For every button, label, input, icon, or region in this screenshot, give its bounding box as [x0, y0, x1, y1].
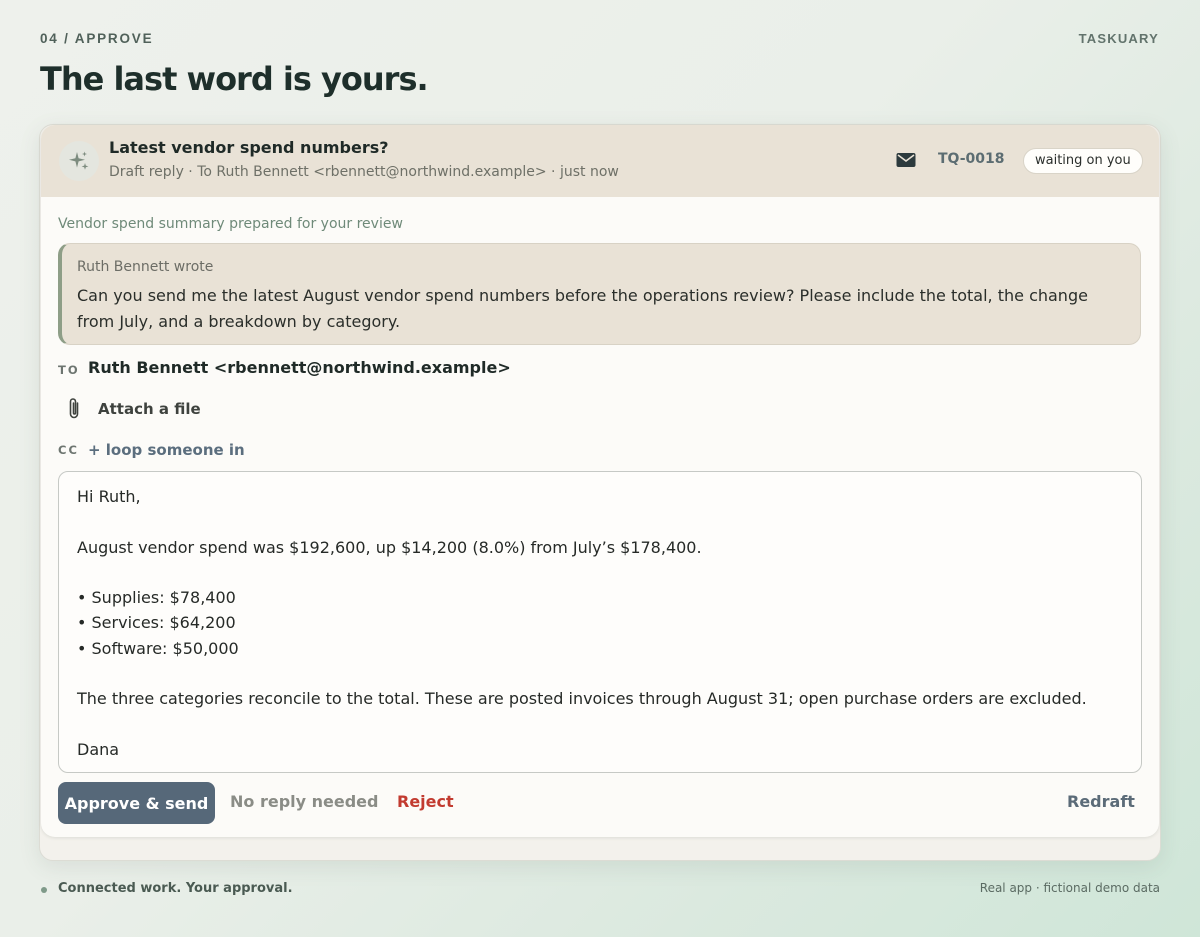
- to-recipient: Ruth Bennett <rbennett@northwind.example…: [88, 358, 511, 377]
- reject-button[interactable]: Reject: [397, 792, 454, 811]
- paperclip-icon[interactable]: [65, 396, 83, 426]
- sparkles-icon: [59, 141, 99, 181]
- quote-author: Ruth Bennett wrote: [77, 259, 214, 275]
- draft-line: [77, 560, 1123, 585]
- card-header: Latest vendor spend numbers? Draft reply…: [41, 125, 1159, 197]
- step-eyebrow: 04 / APPROVE: [40, 31, 154, 46]
- brand-name: TASKUARY: [1078, 31, 1159, 46]
- ticket-id[interactable]: TQ-0018: [938, 151, 1005, 167]
- to-label: TO: [58, 363, 80, 377]
- draft-line: • Supplies: $78,400: [77, 588, 236, 608]
- draft-line: • Software: $50,000: [77, 638, 239, 658]
- approval-card: Latest vendor spend numbers? Draft reply…: [41, 125, 1159, 837]
- draft-meta: Draft reply · To Ruth Bennett <rbennett@…: [109, 164, 619, 180]
- prepared-note: Vendor spend summary prepared for your r…: [58, 216, 403, 232]
- draft-line: [77, 509, 1123, 534]
- status-badge: waiting on you: [1023, 148, 1143, 174]
- draft-line: August vendor spend was $192,600, up $14…: [77, 537, 702, 557]
- page-title: The last word is yours.: [40, 60, 429, 98]
- footer-note: Real app · fictional demo data: [979, 881, 1160, 895]
- attach-file-button[interactable]: Attach a file: [98, 400, 201, 418]
- cc-label: CC: [58, 443, 79, 457]
- draft-editor[interactable]: Hi Ruth, August vendor spend was $192,600…: [58, 471, 1142, 773]
- draft-line: The three categories reconcile to the to…: [77, 689, 1087, 709]
- draft-line: [77, 661, 1123, 686]
- footer-tagline: Connected work. Your approval.: [58, 881, 293, 896]
- draft-line: Dana: [77, 739, 120, 759]
- status-dot: [41, 887, 47, 893]
- approve-send-button[interactable]: Approve & send: [58, 782, 215, 824]
- draft-line: [77, 712, 1123, 737]
- email-subject: Latest vendor spend numbers?: [109, 138, 389, 157]
- quoted-message: Ruth Bennett wrote Can you send me the l…: [58, 243, 1141, 345]
- redraft-button[interactable]: Redraft: [1067, 792, 1135, 811]
- draft-line: • Services: $64,200: [77, 613, 236, 633]
- add-cc-button[interactable]: + loop someone in: [88, 441, 245, 459]
- no-reply-button[interactable]: No reply needed: [230, 792, 378, 811]
- envelope-icon: [896, 152, 916, 172]
- draft-line: Hi Ruth,: [77, 487, 141, 506]
- quote-text: Can you send me the latest August vendor…: [77, 286, 1088, 331]
